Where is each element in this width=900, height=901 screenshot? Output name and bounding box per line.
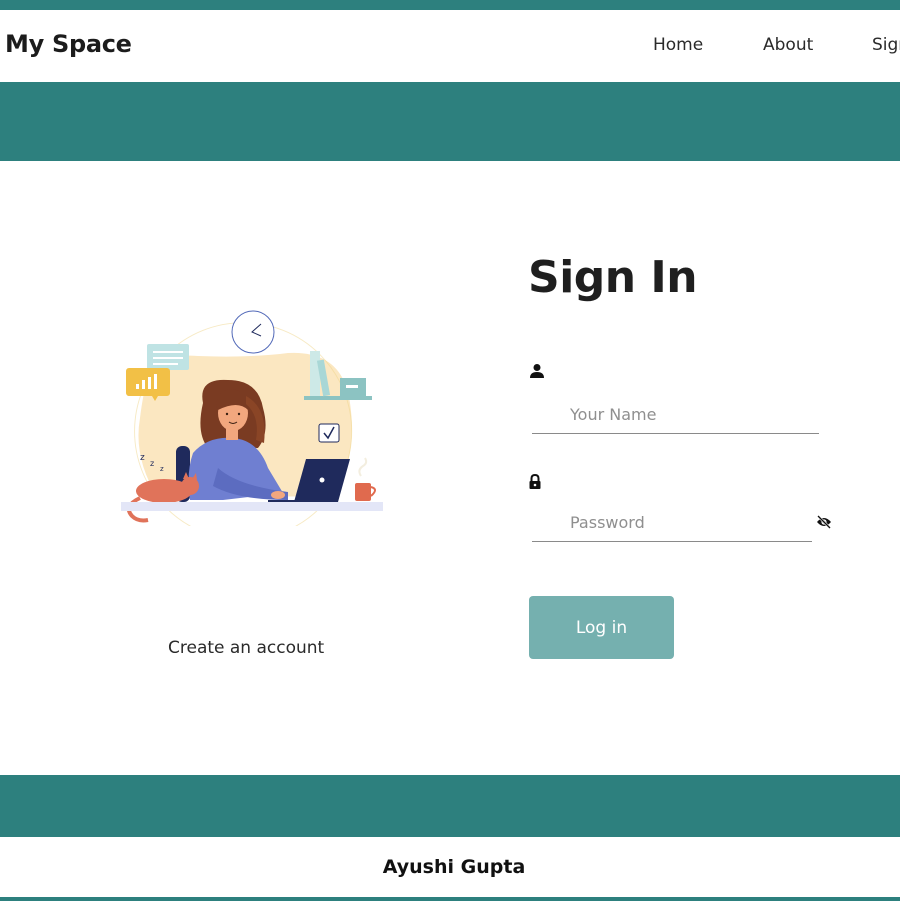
nav-link-home[interactable]: Home — [653, 35, 703, 55]
footer: Ayushi Gupta — [0, 837, 900, 897]
svg-text:z: z — [160, 465, 164, 473]
hero-band — [0, 82, 900, 161]
coffee-mug-icon — [355, 457, 376, 501]
navbar: My Space Home About Sign — [0, 10, 900, 82]
page-title: Sign In — [528, 252, 698, 303]
user-icon — [529, 363, 545, 379]
top-accent-strip — [0, 0, 900, 10]
svg-text:z: z — [150, 459, 154, 468]
eye-off-icon[interactable] — [816, 514, 832, 529]
password-input[interactable] — [532, 504, 812, 542]
nav-link-about[interactable]: About — [763, 35, 813, 55]
brand-logo[interactable]: My Space — [5, 30, 132, 58]
clock-icon — [231, 310, 275, 354]
footer-band — [0, 775, 900, 837]
footer-author: Ayushi Gupta — [382, 856, 526, 878]
login-button[interactable]: Log in — [529, 596, 674, 659]
working-woman-illustration: z z z — [121, 310, 383, 526]
nav-link-sign[interactable]: Sign — [872, 35, 900, 55]
bottom-accent-strip — [0, 897, 900, 901]
svg-text:z: z — [140, 453, 145, 463]
lock-icon — [528, 473, 544, 490]
create-account-link[interactable]: Create an account — [168, 638, 324, 658]
chat-bubble-icon — [147, 344, 189, 370]
name-input[interactable] — [532, 396, 819, 434]
checkmark-note-icon — [318, 423, 340, 443]
